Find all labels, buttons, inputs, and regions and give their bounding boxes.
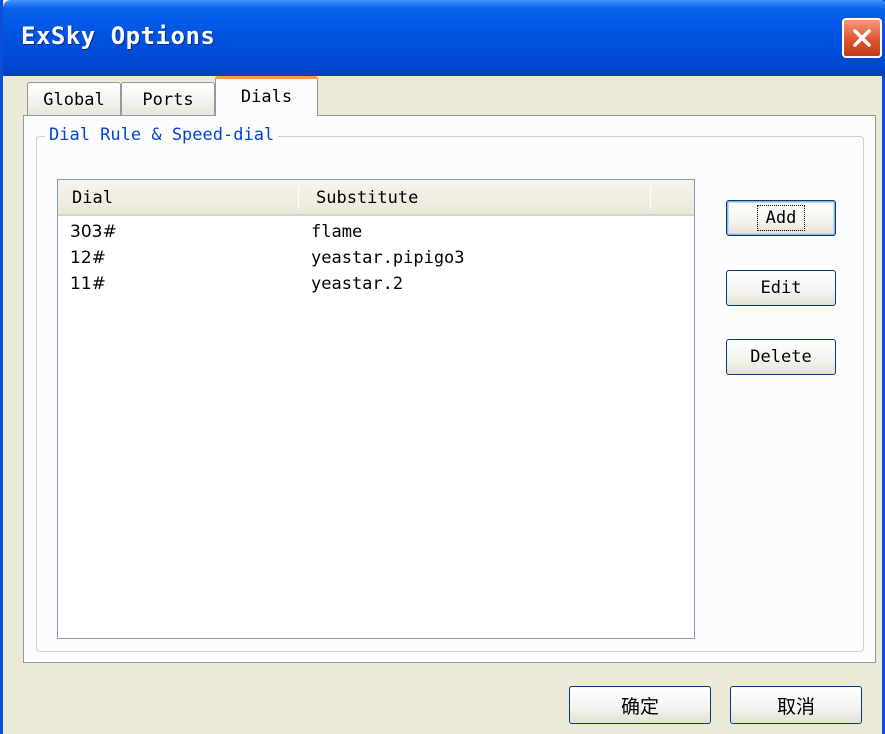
cancel-button[interactable]: 取消 — [730, 686, 862, 724]
cancel-button-label: 取消 — [776, 695, 815, 718]
window-title: ExSky Options — [21, 22, 216, 50]
column-divider[interactable] — [650, 186, 651, 210]
column-header-substitute[interactable]: Substitute — [302, 180, 648, 214]
delete-button[interactable]: Delete — [726, 339, 836, 375]
list-header: Dial Substitute — [58, 180, 694, 216]
substitute-cell: flame — [311, 222, 363, 242]
dial-cell: 12# — [70, 248, 106, 268]
tab-dials[interactable]: Dials — [215, 76, 318, 116]
close-button[interactable] — [842, 18, 882, 58]
ok-button[interactable]: 确定 — [569, 686, 711, 724]
edit-button[interactable]: Edit — [726, 270, 836, 306]
tab-global[interactable]: Global — [27, 82, 121, 115]
substitute-cell: yeastar.2 — [311, 274, 404, 294]
dial-rules-list[interactable]: Dial Substitute 303# flame 12# yeastar.p… — [57, 179, 695, 639]
dial-cell: 303# — [70, 222, 117, 242]
table-row[interactable]: 12# yeastar.pipigo3 — [58, 248, 694, 272]
close-icon — [853, 29, 871, 47]
ok-button-label: 确定 — [620, 695, 659, 718]
tab-ports[interactable]: Ports — [121, 82, 215, 115]
table-row[interactable]: 303# flame — [58, 222, 694, 246]
dial-rule-group: Dial Rule & Speed-dial Dial Substitute 3… — [36, 125, 864, 652]
edit-button-label: Edit — [760, 278, 802, 298]
column-header-dial[interactable]: Dial — [58, 180, 298, 214]
column-divider[interactable] — [298, 186, 299, 210]
add-button[interactable]: Add — [726, 200, 836, 236]
delete-button-label: Delete — [750, 347, 812, 367]
group-legend: Dial Rule & Speed-dial — [45, 125, 279, 145]
add-button-label: Add — [756, 205, 806, 231]
title-bar[interactable]: ExSky Options — [3, 0, 885, 76]
substitute-cell: yeastar.pipigo3 — [311, 248, 465, 268]
dials-tab-panel: Dial Rule & Speed-dial Dial Substitute 3… — [23, 115, 876, 663]
table-row[interactable]: 11# yeastar.2 — [58, 274, 694, 298]
dialog-body: Global Ports Dials Dial Rule & Speed-dia… — [3, 76, 882, 734]
dial-cell: 11# — [70, 274, 106, 294]
